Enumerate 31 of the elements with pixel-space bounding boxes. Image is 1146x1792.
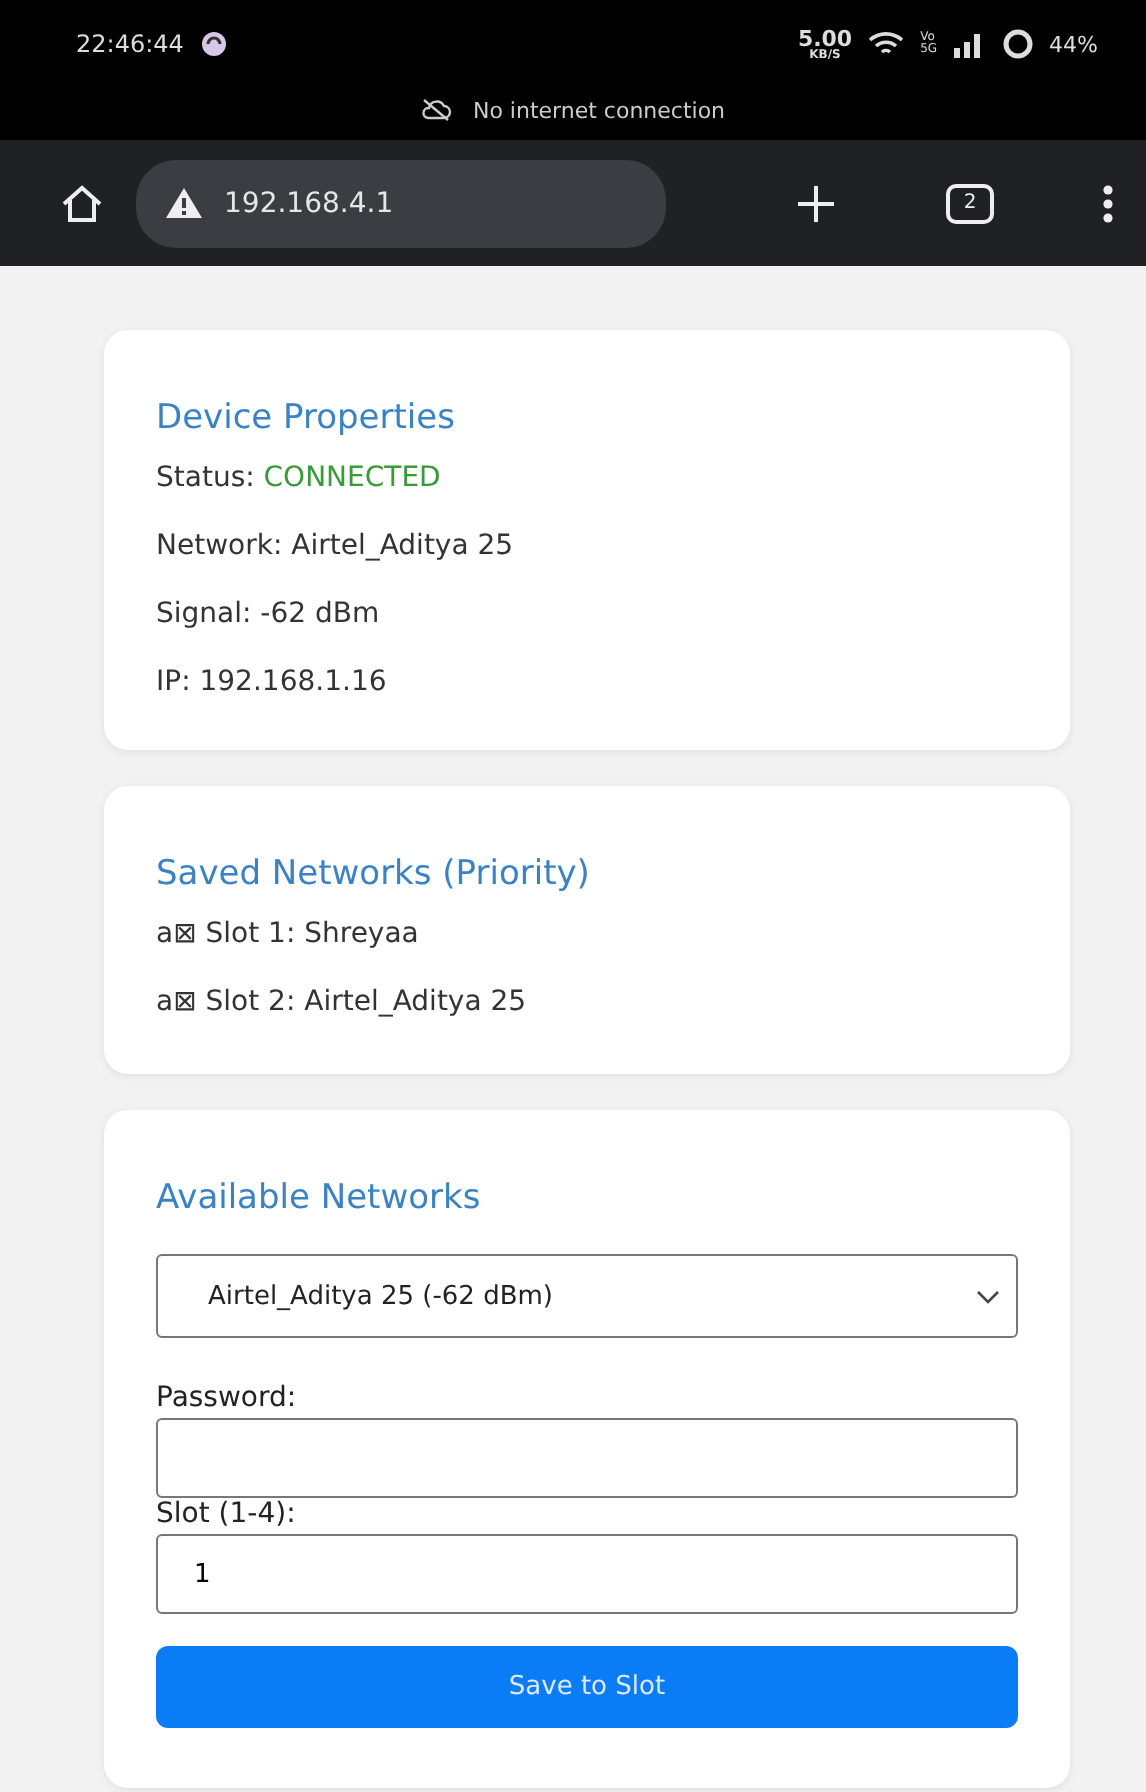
cloud-off-icon [420,98,453,122]
battery-percentage: 44% [1049,31,1098,57]
url-text: 192.168.4.1 [224,187,394,219]
clock-time: 22:46:44 [76,30,184,58]
no-internet-text: No internet connection [472,97,726,123]
saved-network-text: a⊠ Slot 2: Airtel_Aditya 25 [156,986,529,1018]
card-title: Available Networks [156,1178,483,1218]
property-text: Network: Airtel_Aditya 25 [156,530,516,562]
app-icon [199,30,228,58]
slot-field[interactable]: 1 [156,1534,1018,1614]
new-tab-button[interactable] [794,181,838,225]
warning-icon [164,186,204,220]
wifi-icon [868,30,905,58]
status-value: CONNECTED [263,462,441,494]
tab-count-button[interactable]: 2 [946,183,994,223]
password-field[interactable] [156,1418,1018,1498]
card-title: Device Properties [156,398,457,438]
password-label: Password: [156,1382,299,1414]
battery-ring-icon [1001,28,1034,60]
slot-label: Slot (1-4): [156,1498,298,1530]
network-select[interactable]: Airtel_Aditya 25 (-62 dBm) [156,1254,1018,1338]
home-button[interactable] [60,183,104,223]
signal-icon [953,31,986,57]
address-bar[interactable]: 192.168.4.1 [136,159,666,247]
status-label: Status: [156,462,255,494]
property-text: Signal: -62 dBm [156,598,382,630]
chevron-down-icon [976,1289,1000,1303]
menu-button[interactable] [1102,183,1114,223]
card-title: Saved Networks (Priority) [156,854,592,894]
saved-network-text: a⊠ Slot 1: Shreyaa [156,918,421,950]
property-text: IP: 192.168.1.16 [156,666,389,698]
